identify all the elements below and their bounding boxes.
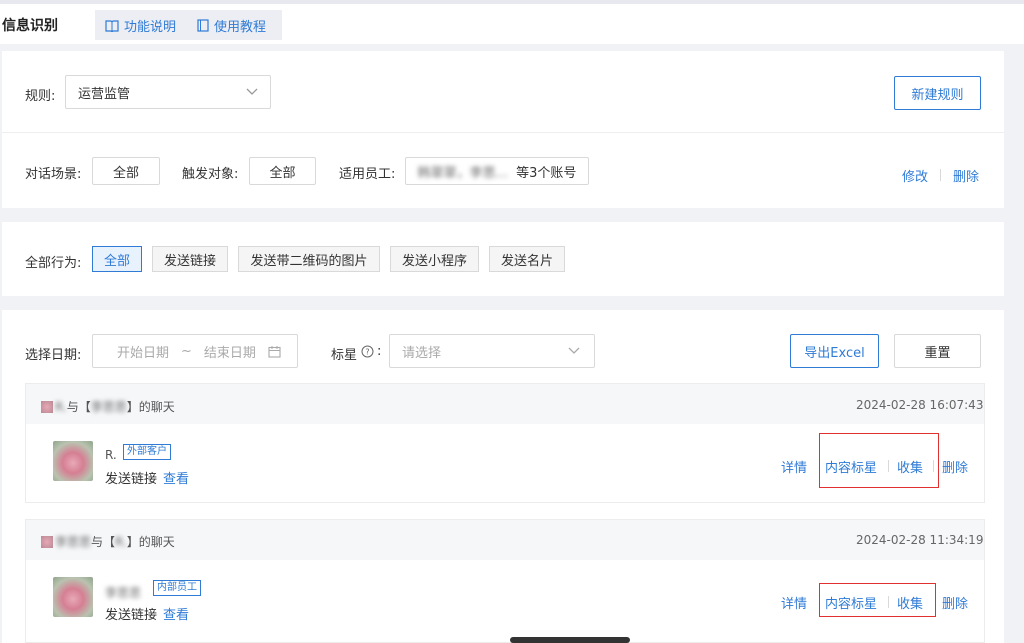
staff-names: 韩翠翠，李思... <box>417 165 509 181</box>
chat-title-suffix: 】的聊天 <box>126 535 175 549</box>
record-timestamp: 2024-02-28 16:07:43 <box>856 398 984 412</box>
avatar <box>53 577 93 617</box>
star-content-link[interactable]: 内容标星 <box>825 457 877 476</box>
export-excel-button[interactable]: 导出Excel <box>790 334 879 368</box>
document-icon <box>197 19 209 32</box>
trigger-label: 触发对象: <box>182 167 239 182</box>
star-label: 标星 <box>331 348 358 363</box>
reset-button[interactable]: 重置 <box>894 334 981 368</box>
collect-link[interactable]: 收集 <box>897 457 923 476</box>
chevron-down-icon <box>246 88 258 95</box>
staff-value-box[interactable]: 韩翠翠，李思... 等3个账号 <box>405 157 589 185</box>
mini-avatar <box>41 400 53 413</box>
chat-title-mid: 与【 <box>66 400 91 414</box>
link-separator <box>940 169 941 181</box>
edit-rule-link[interactable]: 修改 <box>902 166 928 185</box>
rule-select[interactable]: 运营监管 <box>65 75 271 109</box>
behavior-chip-all[interactable]: 全部 <box>92 246 142 272</box>
top-divider <box>0 0 1024 4</box>
behavior-label: 全部行为: <box>25 256 82 271</box>
behavior-chip-send-card[interactable]: 发送名片 <box>489 246 565 272</box>
link-separator <box>888 460 889 472</box>
star-content-link[interactable]: 内容标星 <box>825 593 877 612</box>
chat-title-name: 李思思 <box>90 400 127 414</box>
star-select[interactable]: 请选择 <box>389 334 595 368</box>
behavior-chip-send-miniprogram[interactable]: 发送小程序 <box>390 246 479 272</box>
star-select-placeholder: 请选择 <box>402 345 442 361</box>
start-date-input[interactable]: 开始日期 <box>117 342 169 361</box>
chat-title-prefix: 李思思 <box>55 535 92 549</box>
link-separator <box>888 596 889 608</box>
calendar-icon <box>268 345 281 358</box>
record-timestamp: 2024-02-28 11:34:19 <box>856 533 984 547</box>
delete-rule-link[interactable]: 删除 <box>953 166 979 185</box>
sender-name: R. <box>105 448 117 462</box>
tab-label: 功能说明 <box>124 20 177 35</box>
delete-record-link[interactable]: 删除 <box>942 457 968 476</box>
scene-label: 对话场景: <box>25 167 82 182</box>
collect-link[interactable]: 收集 <box>897 593 923 612</box>
page-title: 信息识别 <box>2 18 58 34</box>
mini-avatar <box>41 535 53 548</box>
tab-feature-description[interactable]: 功能说明 <box>105 16 176 35</box>
rule-select-value: 运营监管 <box>78 86 131 102</box>
date-label: 选择日期: <box>25 348 82 363</box>
tab-label: 使用教程 <box>214 20 267 35</box>
chat-title-suffix: 】的聊天 <box>126 400 175 414</box>
external-customer-badge: 外部客户 <box>123 444 171 460</box>
chat-title-mid: 与【 <box>91 535 116 549</box>
view-link[interactable]: 查看 <box>163 468 189 487</box>
rule-panel-divider <box>2 132 1004 133</box>
date-range-picker[interactable]: 开始日期 ~ 结束日期 <box>92 334 298 368</box>
book-icon <box>105 19 119 32</box>
scene-value-box[interactable]: 全部 <box>92 157 160 185</box>
chat-title: R. 与【 李思思 】的聊天 <box>41 398 175 415</box>
staff-count: 等3个账号 <box>516 165 577 181</box>
action-text: 发送链接 <box>105 472 158 487</box>
help-circle-icon[interactable]: ? <box>361 345 374 358</box>
svg-text:?: ? <box>365 348 369 357</box>
chat-title: 李思思 与【 R. 】的聊天 <box>41 533 175 550</box>
horizontal-scrollbar[interactable] <box>510 637 630 643</box>
action-text: 发送链接 <box>105 608 158 623</box>
details-link[interactable]: 详情 <box>781 593 807 612</box>
sender-name: 李思思 <box>105 586 142 600</box>
avatar <box>53 441 93 481</box>
chevron-down-icon <box>568 347 580 354</box>
link-separator <box>933 460 934 472</box>
new-rule-button[interactable]: 新建规则 <box>894 76 981 110</box>
end-date-input[interactable]: 结束日期 <box>204 342 256 361</box>
trigger-value-box[interactable]: 全部 <box>249 157 316 185</box>
internal-staff-badge: 内部员工 <box>153 580 201 596</box>
behavior-chip-send-link[interactable]: 发送链接 <box>152 246 228 272</box>
chat-title-prefix: R. <box>55 399 67 414</box>
details-link[interactable]: 详情 <box>781 457 807 476</box>
tab-tutorial[interactable]: 使用教程 <box>197 16 266 35</box>
behavior-chip-send-qr-image[interactable]: 发送带二维码的图片 <box>238 246 380 272</box>
staff-label: 适用员工: <box>339 167 396 182</box>
star-colon: : <box>377 344 382 359</box>
delete-record-link[interactable]: 删除 <box>942 593 968 612</box>
view-link[interactable]: 查看 <box>163 604 189 623</box>
date-range-tilde: ~ <box>181 343 192 359</box>
rule-label: 规则: <box>25 89 56 104</box>
chat-title-name: R. <box>115 534 127 549</box>
